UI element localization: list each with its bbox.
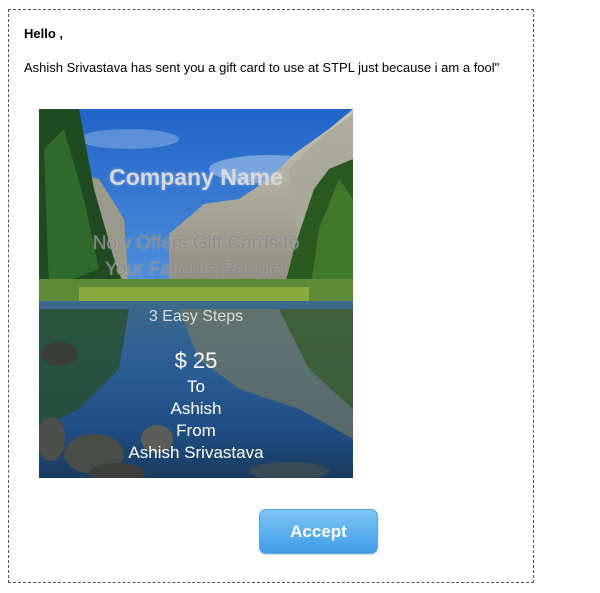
offer-line-2: Your Favorite People! [104, 259, 288, 280]
sender-name: Ashish Srivastava [128, 443, 264, 462]
steps-text: 3 Easy Steps [148, 308, 244, 325]
email-container: Hello , Ashish Srivastava has sent you a… [8, 9, 534, 583]
company-name: Company Name [109, 164, 283, 190]
recipient-name: Ashish [170, 399, 222, 418]
gift-message: Ashish Srivastava has sent you a gift ca… [24, 60, 500, 75]
gift-card: Company Name Now Offers Gift Cards to Yo… [39, 109, 353, 478]
greeting-text: Hello , [24, 26, 64, 41]
offer-line-1: Now Offers Gift Cards to [92, 233, 300, 254]
to-label: To [187, 377, 205, 396]
gift-amount: $ 25 [174, 348, 218, 373]
accept-button[interactable]: Accept [259, 509, 378, 554]
from-label: From [176, 421, 216, 440]
